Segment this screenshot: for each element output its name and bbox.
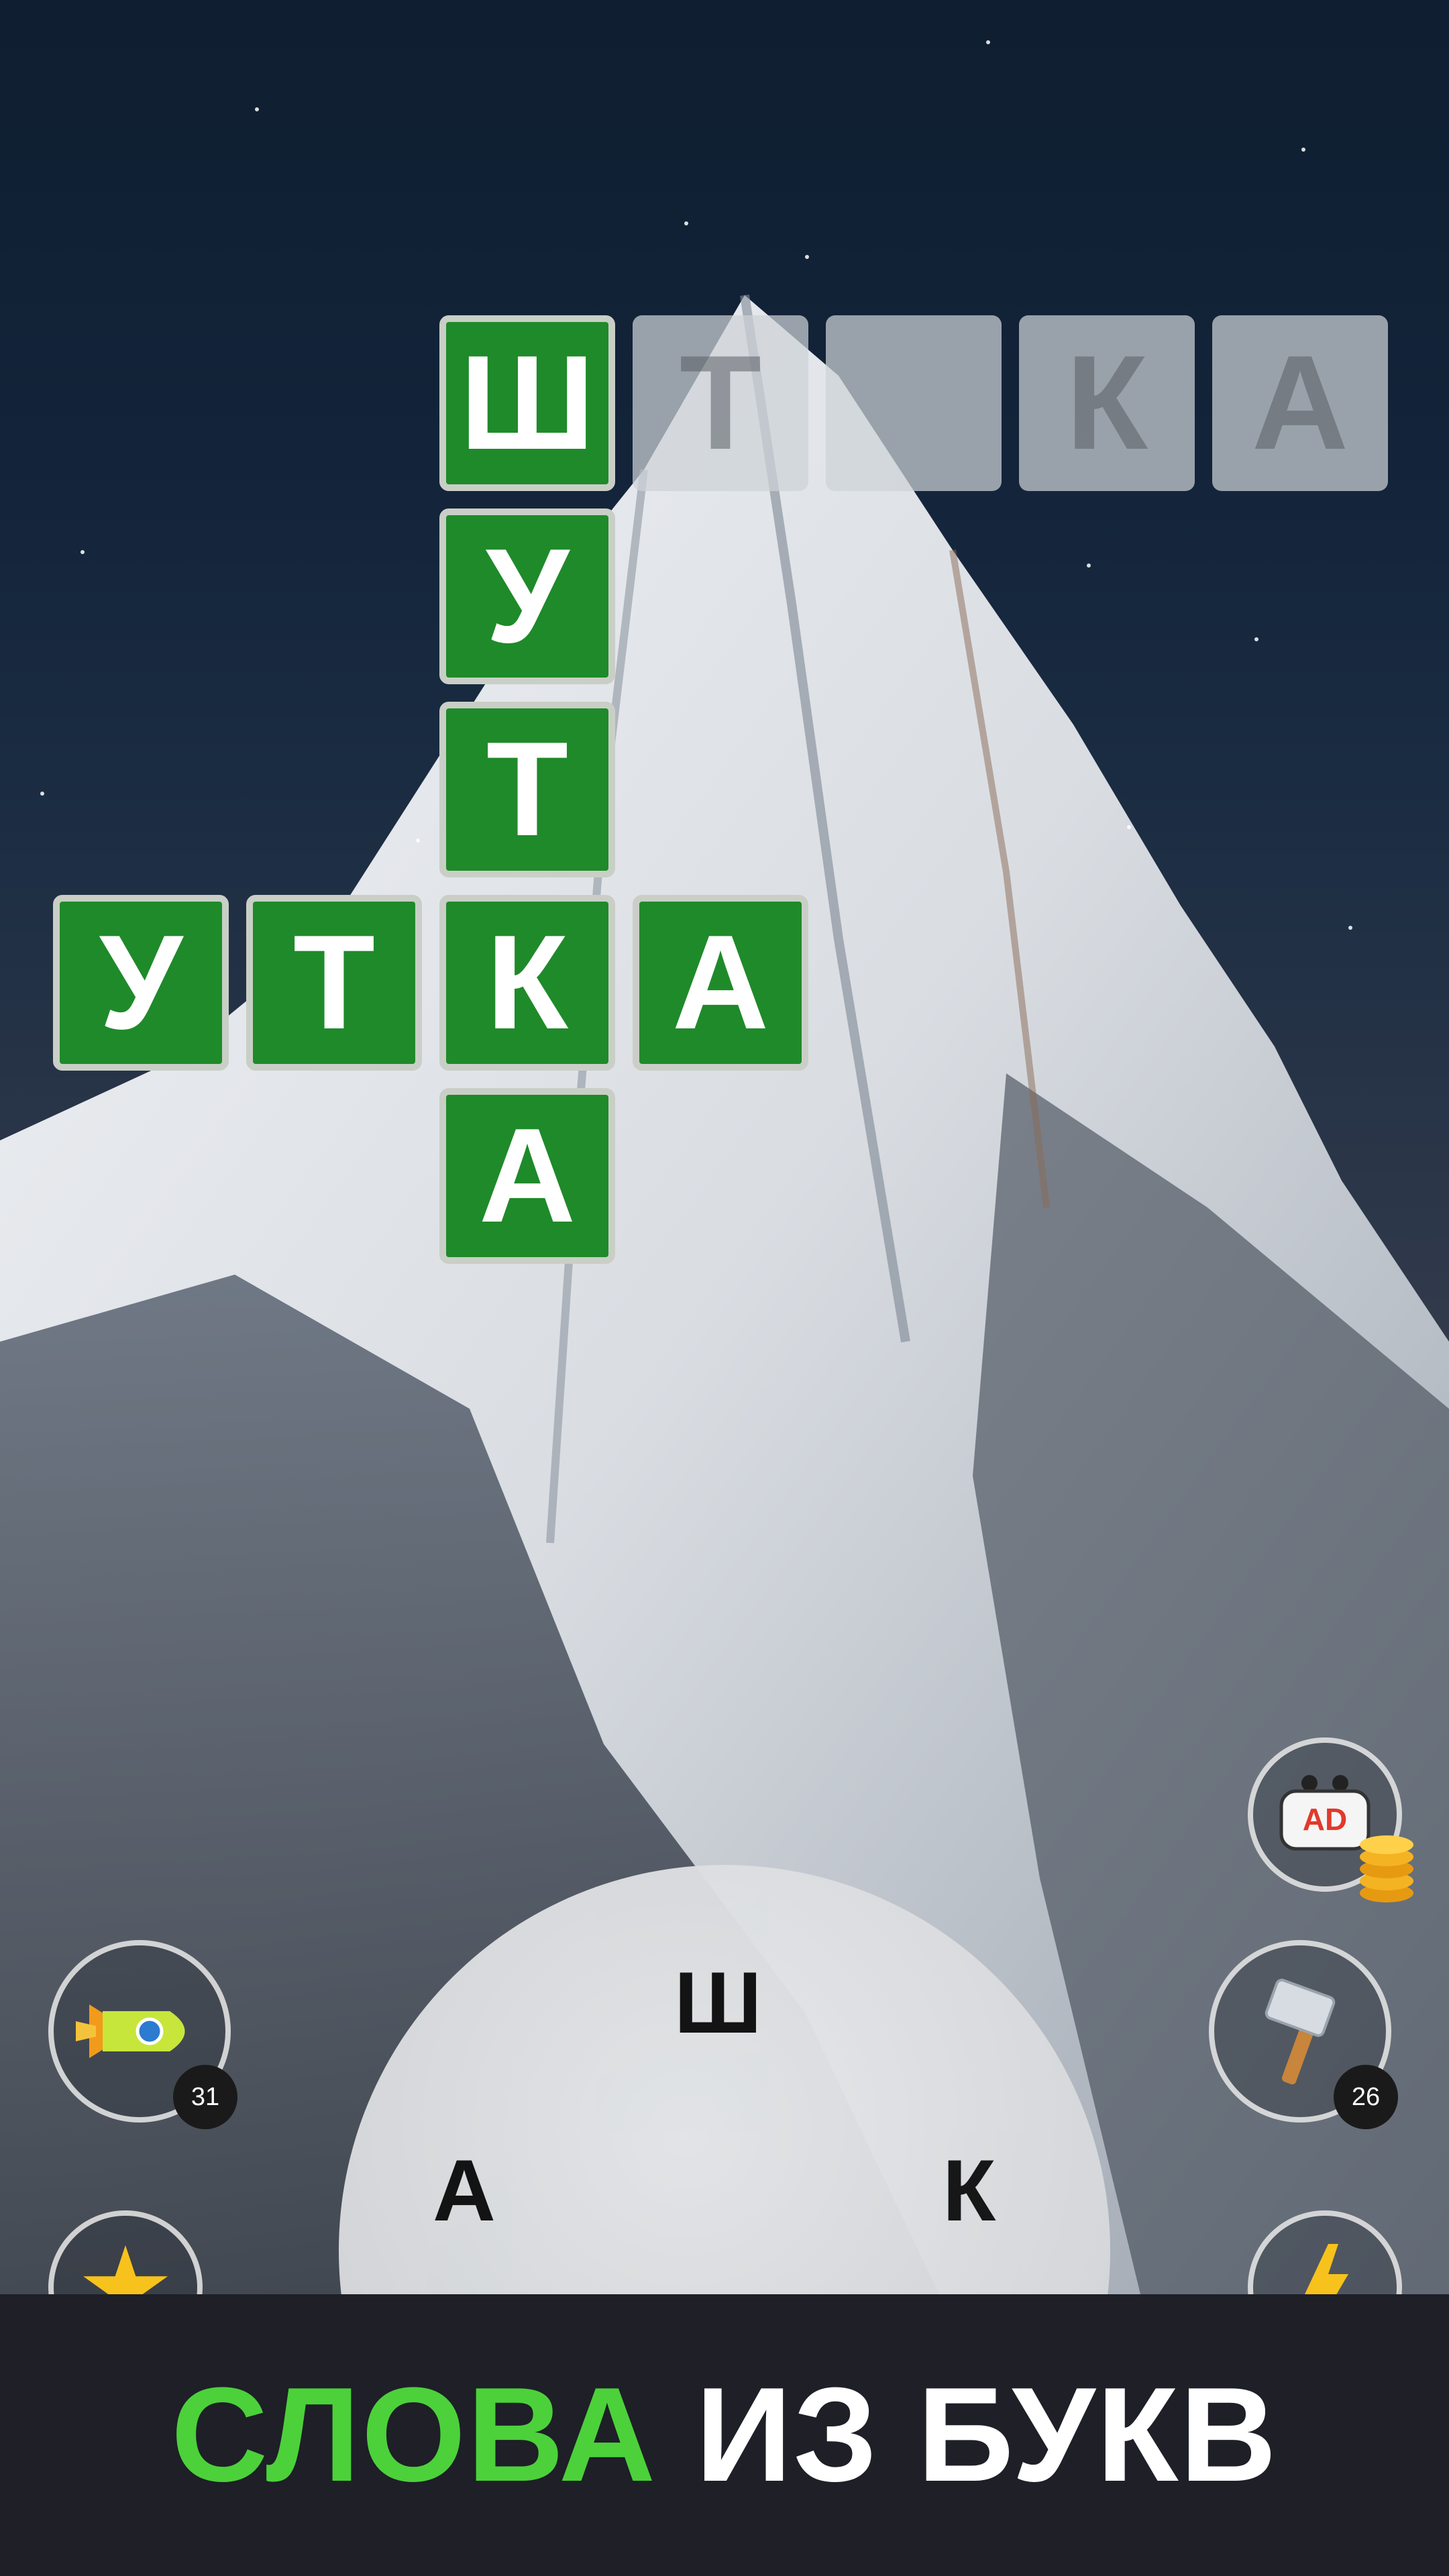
hammer-button[interactable]: 26 [1209,1940,1398,2129]
game-screen: Ш Т К А У Т К А У Т А Ш А К AD 31 26 СЛО… [0,0,1449,2576]
tile-column-3: Т [439,702,615,877]
tile-middle-row-4: А [633,895,808,1071]
banner-title-green: СЛОВА [170,2360,657,2510]
ad-label: AD [1303,1802,1347,1837]
coin-stack-icon [1360,1835,1413,1902]
tile-top-row-1: Ш [439,315,615,491]
ad-coins-button[interactable]: AD [1248,1737,1413,1902]
wheel-letter-left[interactable]: А [433,2147,496,2234]
wheel-letter-right[interactable]: К [943,2147,996,2234]
hammer-icon [1265,1978,1336,2085]
tile-middle-row-1: У [53,895,229,1071]
banner-title: СЛОВА ИЗ БУКВ [171,2358,1278,2512]
tile-middle-row-2: Т [246,895,422,1071]
rocket-hint-button[interactable]: 31 [48,1940,237,2129]
rocket-count-badge: 31 [173,2065,237,2129]
tile-top-row-4: К [1019,315,1195,491]
wheel-letter-top[interactable]: Ш [674,1959,762,2046]
tile-top-row-5: А [1212,315,1388,491]
tile-top-row-3 [826,315,1002,491]
banner-title-white: ИЗ БУКВ [657,2360,1279,2510]
tile-column-5: А [439,1088,615,1264]
tile-column-2: У [439,508,615,684]
title-banner: СЛОВА ИЗ БУКВ [0,2294,1449,2576]
tile-top-row-2: Т [633,315,808,491]
tile-column-4: К [439,895,615,1071]
hammer-count-badge: 26 [1334,2065,1398,2129]
rocket-icon [76,2004,185,2058]
